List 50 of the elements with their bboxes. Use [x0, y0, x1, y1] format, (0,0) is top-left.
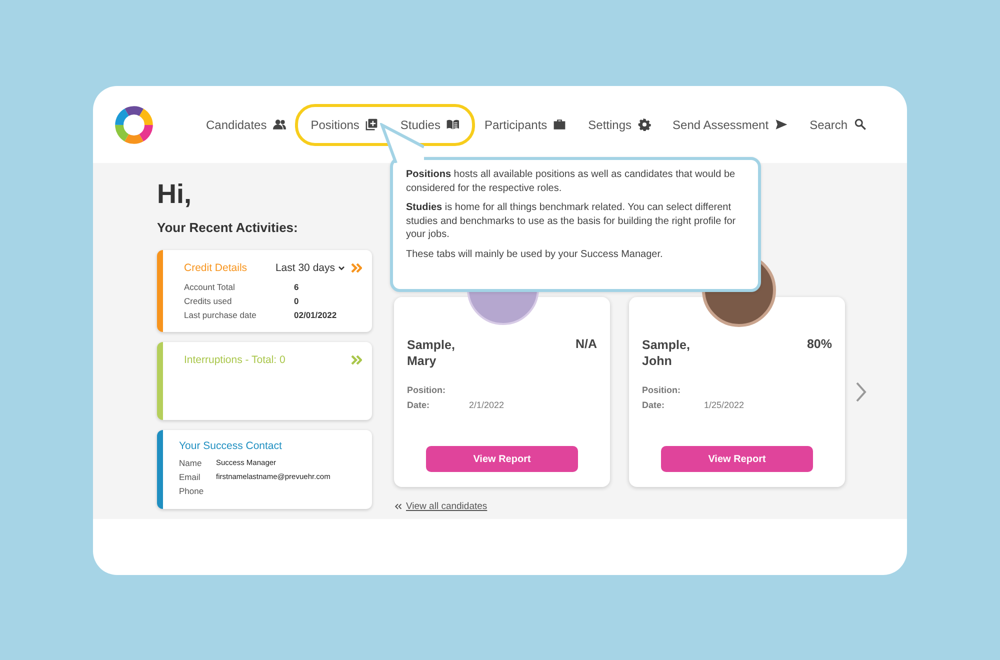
field-value: 2/1/2022: [469, 399, 504, 412]
period-dropdown[interactable]: Last 30 days: [275, 262, 345, 274]
nav-tab[interactable]: Search: [798, 118, 878, 132]
add-box-icon: [365, 118, 378, 131]
field-label: Position:: [407, 384, 446, 397]
field-label: Date:: [642, 399, 666, 412]
field-value: 1/25/2022: [704, 399, 744, 412]
briefcase-icon: [553, 118, 566, 131]
logo-icon: [113, 104, 155, 146]
nav-tab[interactable]: Settings: [577, 118, 662, 132]
field-label: Account Total: [184, 281, 236, 294]
send-icon: [774, 118, 788, 131]
field-value: 0: [294, 295, 299, 308]
candidate-name: Sample, Mary: [407, 337, 456, 369]
nav-tab[interactable]: Studies: [389, 118, 470, 132]
double-chevron-left-icon[interactable]: [394, 503, 402, 510]
tooltip-text: Studies is home for all things benchmark related. You can select different studies and benchmarks to use as the basis for building the right profile for your jobs.: [406, 201, 737, 242]
nav-tab[interactable]: Positions: [300, 118, 390, 132]
field-label: Name: [179, 457, 203, 470]
section-heading: Your Recent Activities:: [157, 220, 299, 235]
card-title: Interruptions - Total: 0: [184, 354, 286, 366]
nav-tab[interactable]: Candidates: [195, 118, 297, 132]
double-chevron-icon[interactable]: [351, 354, 362, 365]
tooltip-text: These tabs will mainly be used by your Success Manager.: [406, 248, 664, 261]
caret-icon: [338, 266, 345, 270]
field-label: Last purchase date: [184, 309, 258, 322]
tooltip-text: Positions hosts all available positions as well as candidates that would be considered for the respective roles.: [406, 168, 736, 195]
view-report-button[interactable]: View Report: [661, 446, 813, 472]
view-report-button[interactable]: View Report: [426, 446, 578, 472]
people-icon: [272, 118, 286, 131]
book-icon: [446, 118, 460, 131]
field-label: Date:: [407, 399, 431, 412]
score: 80%: [806, 337, 832, 353]
field-value: 6: [294, 281, 299, 294]
field-label: Phone: [179, 485, 205, 498]
score: N/A: [575, 337, 597, 353]
view-all-link[interactable]: View all candidates: [406, 501, 488, 512]
field-label: Email: [179, 471, 202, 484]
field-value: 02/01/2022: [294, 309, 337, 322]
card-title: Your Success Contact: [179, 440, 283, 452]
nav-tab[interactable]: Participants: [473, 118, 578, 132]
double-chevron-icon[interactable]: [351, 263, 362, 273]
field-label: Credits used: [184, 295, 233, 308]
candidate-name: Sample, John: [642, 337, 691, 369]
field-label: Position:: [642, 384, 682, 397]
nav-tab[interactable]: Send Assessment: [662, 118, 799, 132]
search-icon: [854, 118, 867, 131]
settings-icon: [638, 118, 651, 131]
greeting-heading: Hi,: [157, 179, 193, 210]
card-title: Credit Details: [184, 262, 248, 274]
